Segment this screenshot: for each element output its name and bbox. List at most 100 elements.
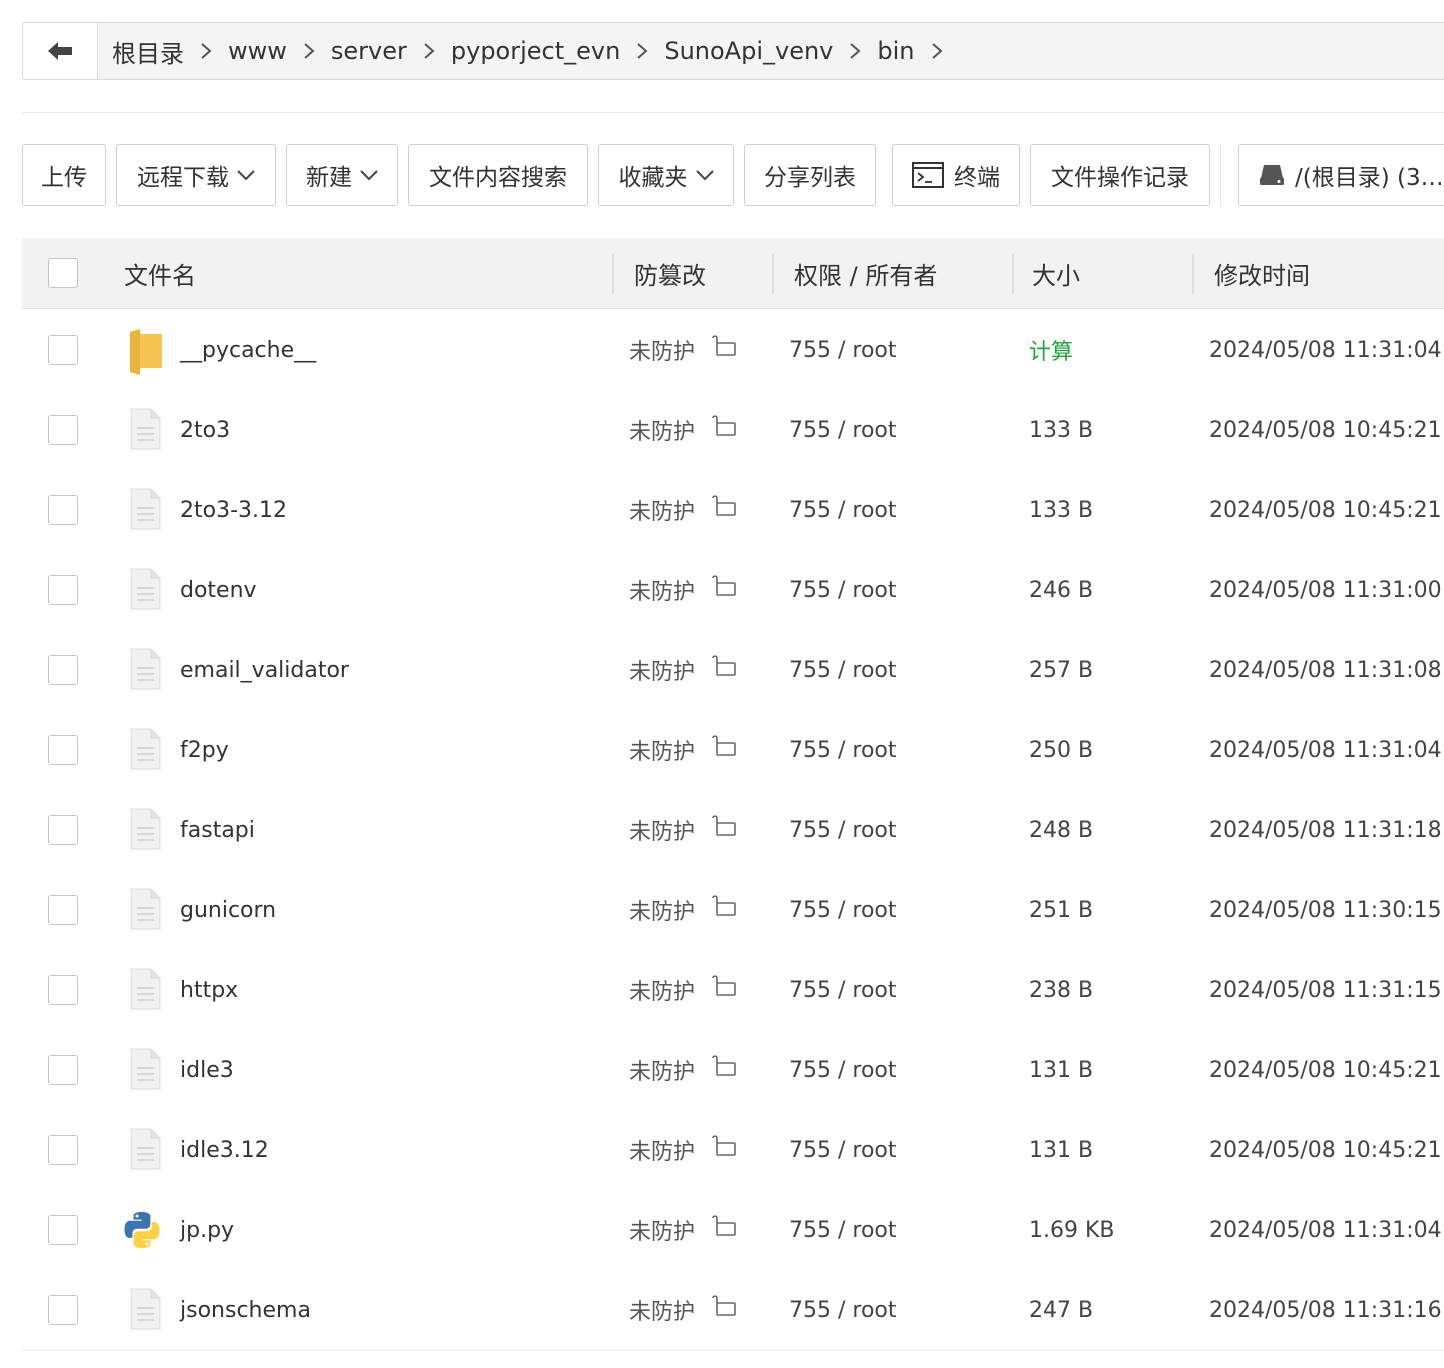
breadcrumb: 根目录 www server pyporject_evn SunoApi_venv bin bbox=[22, 22, 1444, 80]
tamper-status[interactable]: 未防护 bbox=[629, 1270, 737, 1350]
file-name[interactable]: email_validator bbox=[180, 630, 349, 710]
permission-owner[interactable]: 755 / root bbox=[789, 1270, 897, 1350]
permission-owner[interactable]: 755 / root bbox=[789, 1190, 897, 1270]
tamper-label: 未防护 bbox=[629, 1140, 696, 1165]
breadcrumb-item[interactable]: 根目录 bbox=[112, 34, 184, 69]
tamper-status[interactable]: 未防护 bbox=[629, 470, 737, 550]
file-name[interactable]: 2to3-3.12 bbox=[180, 470, 287, 550]
favorites-button[interactable]: 收藏夹 bbox=[598, 144, 734, 206]
tamper-status[interactable]: 未防护 bbox=[629, 310, 737, 390]
tamper-status[interactable]: 未防护 bbox=[629, 390, 737, 470]
table-row[interactable]: gunicorn 未防护 755 / root 251 B 2024/05/08 11:… bbox=[22, 870, 1444, 951]
table-row[interactable]: 2to3-3.12 未防护 755 / root 133 B 2024/05/08 10… bbox=[22, 470, 1444, 551]
tamper-label: 未防护 bbox=[629, 1060, 696, 1085]
table-row[interactable]: dotenv 未防护 755 / root 246 B 2024/05/08 11:31… bbox=[22, 550, 1444, 631]
divider bbox=[22, 112, 1444, 113]
row-checkbox[interactable] bbox=[48, 1055, 78, 1085]
header-mtime[interactable]: 修改时间 bbox=[1214, 238, 1310, 308]
disk-button[interactable]: /(根目录) (3… bbox=[1238, 144, 1444, 206]
row-checkbox[interactable] bbox=[48, 1135, 78, 1165]
table-row[interactable]: email_validator 未防护 755 / root 257 B 2024/05… bbox=[22, 630, 1444, 711]
row-checkbox[interactable] bbox=[48, 735, 78, 765]
file-name[interactable]: dotenv bbox=[180, 550, 257, 630]
breadcrumb-item[interactable]: bin bbox=[877, 37, 914, 65]
permission-owner[interactable]: 755 / root bbox=[789, 950, 897, 1030]
permission-owner[interactable]: 755 / root bbox=[789, 470, 897, 550]
breadcrumb-item[interactable]: server bbox=[331, 37, 407, 65]
row-checkbox[interactable] bbox=[48, 335, 78, 365]
tamper-status[interactable]: 未防护 bbox=[629, 710, 737, 790]
breadcrumb-item[interactable]: pyporject_evn bbox=[451, 37, 620, 65]
tamper-label: 未防护 bbox=[629, 660, 696, 685]
column-divider bbox=[612, 254, 614, 294]
permission-owner[interactable]: 755 / root bbox=[789, 390, 897, 470]
permission-owner[interactable]: 755 / root bbox=[789, 630, 897, 710]
content-search-label: 文件内容搜索 bbox=[429, 165, 567, 191]
row-checkbox[interactable] bbox=[48, 895, 78, 925]
tamper-status[interactable]: 未防护 bbox=[629, 550, 737, 630]
file-name[interactable]: fastapi bbox=[180, 790, 255, 870]
chevron-right-icon bbox=[184, 42, 228, 60]
new-button[interactable]: 新建 bbox=[286, 144, 398, 206]
terminal-button[interactable]: 终端 bbox=[892, 144, 1020, 206]
row-checkbox[interactable] bbox=[48, 975, 78, 1005]
row-checkbox[interactable] bbox=[48, 815, 78, 845]
table-row[interactable]: f2py 未防护 755 / root 250 B 2024/05/08 11:31:0… bbox=[22, 710, 1444, 791]
share-list-button[interactable]: 分享列表 bbox=[744, 144, 876, 206]
upload-button[interactable]: 上传 bbox=[22, 144, 106, 206]
file-name[interactable]: httpx bbox=[180, 950, 238, 1030]
file-size[interactable]: 计算 bbox=[1029, 310, 1073, 390]
tamper-status[interactable]: 未防护 bbox=[629, 1030, 737, 1110]
file-size: 247 B bbox=[1029, 1297, 1094, 1323]
permission-owner[interactable]: 755 / root bbox=[789, 870, 897, 950]
row-checkbox[interactable] bbox=[48, 1215, 78, 1245]
header-size[interactable]: 大小 bbox=[1032, 238, 1080, 308]
tamper-status[interactable]: 未防护 bbox=[629, 790, 737, 870]
permission-owner[interactable]: 755 / root bbox=[789, 790, 897, 870]
permission-owner[interactable]: 755 / root bbox=[789, 710, 897, 790]
tamper-status[interactable]: 未防护 bbox=[629, 630, 737, 710]
file-name[interactable]: f2py bbox=[180, 710, 229, 790]
table-row[interactable]: fastapi 未防护 755 / root 248 B 2024/05/08 11:3… bbox=[22, 790, 1444, 871]
tamper-status[interactable]: 未防护 bbox=[629, 1190, 737, 1270]
op-log-button[interactable]: 文件操作记录 bbox=[1030, 144, 1210, 206]
permission-owner[interactable]: 755 / root bbox=[789, 550, 897, 630]
table-row[interactable]: __pycache__ 未防护 755 / root 计算 2024/05/08 11:… bbox=[22, 310, 1444, 391]
toolbar-separator bbox=[1220, 144, 1221, 206]
file-name[interactable]: gunicorn bbox=[180, 870, 276, 950]
table-row[interactable]: httpx 未防护 755 / root 238 B 2024/05/08 11:31:… bbox=[22, 950, 1444, 1031]
content-search-button[interactable]: 文件内容搜索 bbox=[408, 144, 588, 206]
breadcrumb-item[interactable]: www bbox=[228, 37, 287, 65]
row-checkbox[interactable] bbox=[48, 655, 78, 685]
table-row[interactable]: idle3.12 未防护 755 / root 131 B 2024/05/08 10:… bbox=[22, 1110, 1444, 1191]
modified-time: 2024/05/08 11:31:16 bbox=[1209, 1297, 1442, 1323]
tamper-status[interactable]: 未防护 bbox=[629, 1110, 737, 1190]
file-name[interactable]: __pycache__ bbox=[180, 310, 316, 390]
permission-owner[interactable]: 755 / root bbox=[789, 1110, 897, 1190]
back-button[interactable] bbox=[23, 23, 98, 79]
breadcrumb-item[interactable]: SunoApi_venv bbox=[664, 37, 833, 65]
row-checkbox[interactable] bbox=[48, 495, 78, 525]
permission-owner[interactable]: 755 / root bbox=[789, 1030, 897, 1110]
permission-owner[interactable]: 755 / root bbox=[789, 310, 897, 390]
file-icon bbox=[129, 728, 161, 770]
table-row[interactable]: jsonschema 未防护 755 / root 247 B 2024/05/08 1… bbox=[22, 1270, 1444, 1351]
tamper-status[interactable]: 未防护 bbox=[629, 870, 737, 950]
tamper-status[interactable]: 未防护 bbox=[629, 950, 737, 1030]
table-row[interactable]: jp.py 未防护 755 / root 1.69 KB 2024/05/08 11:3… bbox=[22, 1190, 1444, 1271]
file-name[interactable]: 2to3 bbox=[180, 390, 230, 470]
column-divider bbox=[1192, 254, 1194, 294]
file-name[interactable]: jp.py bbox=[180, 1190, 234, 1270]
file-name[interactable]: idle3.12 bbox=[180, 1110, 269, 1190]
header-name[interactable]: 文件名 bbox=[124, 238, 196, 308]
row-checkbox[interactable] bbox=[48, 575, 78, 605]
row-checkbox[interactable] bbox=[48, 1295, 78, 1325]
table-row[interactable]: 2to3 未防护 755 / root 133 B 2024/05/08 10:45:2… bbox=[22, 390, 1444, 471]
select-all-checkbox[interactable] bbox=[48, 258, 78, 288]
row-checkbox[interactable] bbox=[48, 415, 78, 445]
file-name[interactable]: idle3 bbox=[180, 1030, 234, 1110]
remote-download-button[interactable]: 远程下载 bbox=[116, 144, 276, 206]
table-row[interactable]: idle3 未防护 755 / root 131 B 2024/05/08 10:45:… bbox=[22, 1030, 1444, 1111]
file-name[interactable]: jsonschema bbox=[180, 1270, 311, 1350]
file-icon bbox=[129, 888, 161, 930]
